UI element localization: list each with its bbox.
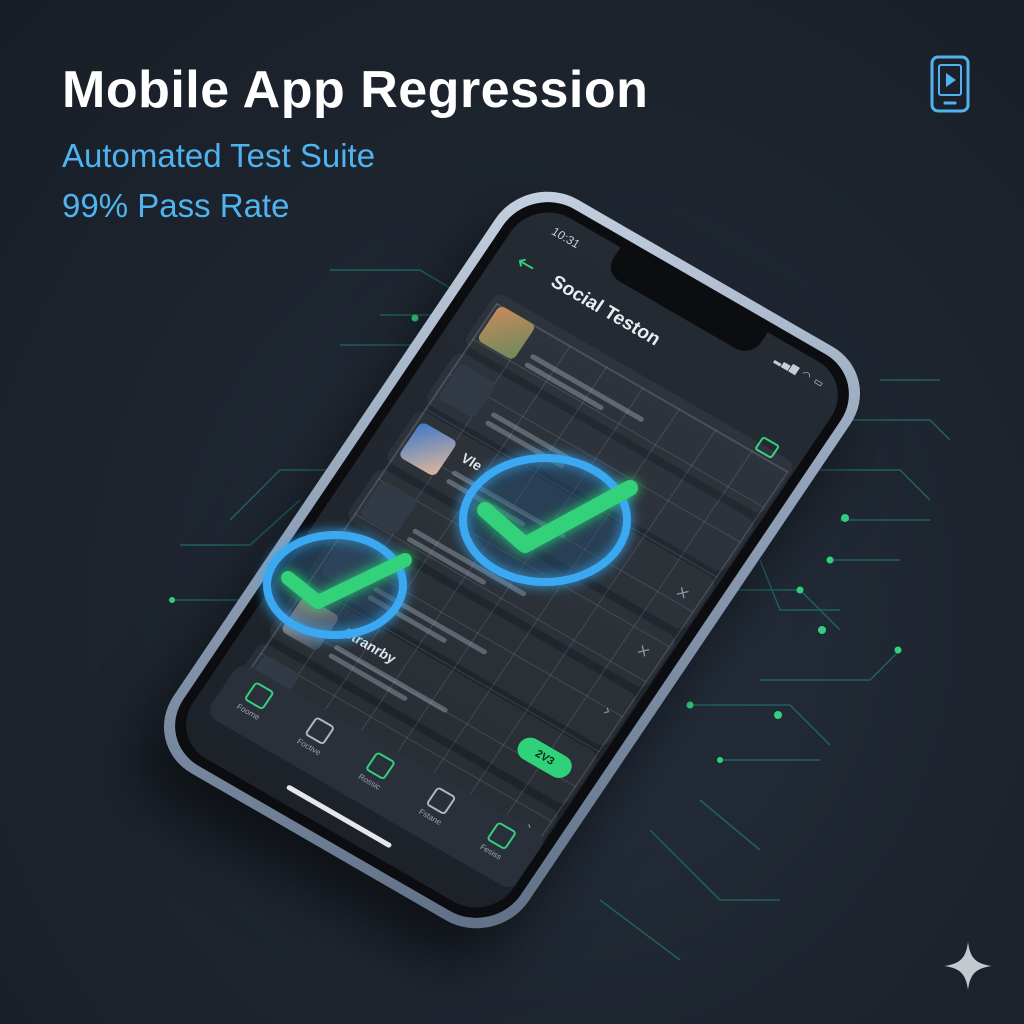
- check-overlay: [263, 454, 638, 639]
- check-circle-icon-large: [459, 454, 638, 586]
- check-circle-icon-small: [263, 531, 412, 639]
- sparkle-icon: [944, 942, 992, 990]
